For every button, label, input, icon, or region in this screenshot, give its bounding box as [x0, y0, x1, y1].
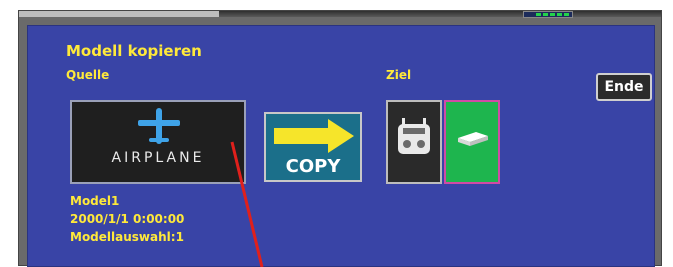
model-selection: Modellauswahl:1 — [70, 230, 184, 244]
model-type-label: AIRPLANE — [111, 150, 205, 166]
target-label: Ziel — [386, 68, 412, 82]
source-model-card[interactable]: AIRPLANE — [70, 100, 246, 184]
target-sd-card-option[interactable] — [444, 100, 500, 184]
screen-frame: Modell kopieren Quelle Ziel Ende AIRPLAN… — [18, 10, 662, 267]
source-label: Quelle — [66, 68, 110, 82]
copy-button[interactable]: COPY — [264, 112, 362, 182]
status-bar-tab — [19, 11, 219, 17]
copy-button-label: COPY — [285, 156, 341, 177]
copy-model-dialog: Modell kopieren Quelle Ziel Ende AIRPLAN… — [27, 25, 655, 267]
target-transmitter-option[interactable] — [386, 100, 442, 184]
model-date-time: 2000/1/1 0:00:00 — [70, 212, 185, 226]
transmitter-icon — [398, 118, 430, 154]
arrow-right-icon — [274, 119, 354, 153]
dialog-title: Modell kopieren — [66, 42, 202, 60]
status-bar — [19, 11, 661, 18]
airplane-icon — [138, 108, 180, 144]
end-button[interactable]: Ende — [596, 73, 652, 101]
sd-card-icon — [458, 132, 488, 146]
signal-indicator-icon — [523, 11, 573, 18]
model-name: Model1 — [70, 194, 120, 208]
